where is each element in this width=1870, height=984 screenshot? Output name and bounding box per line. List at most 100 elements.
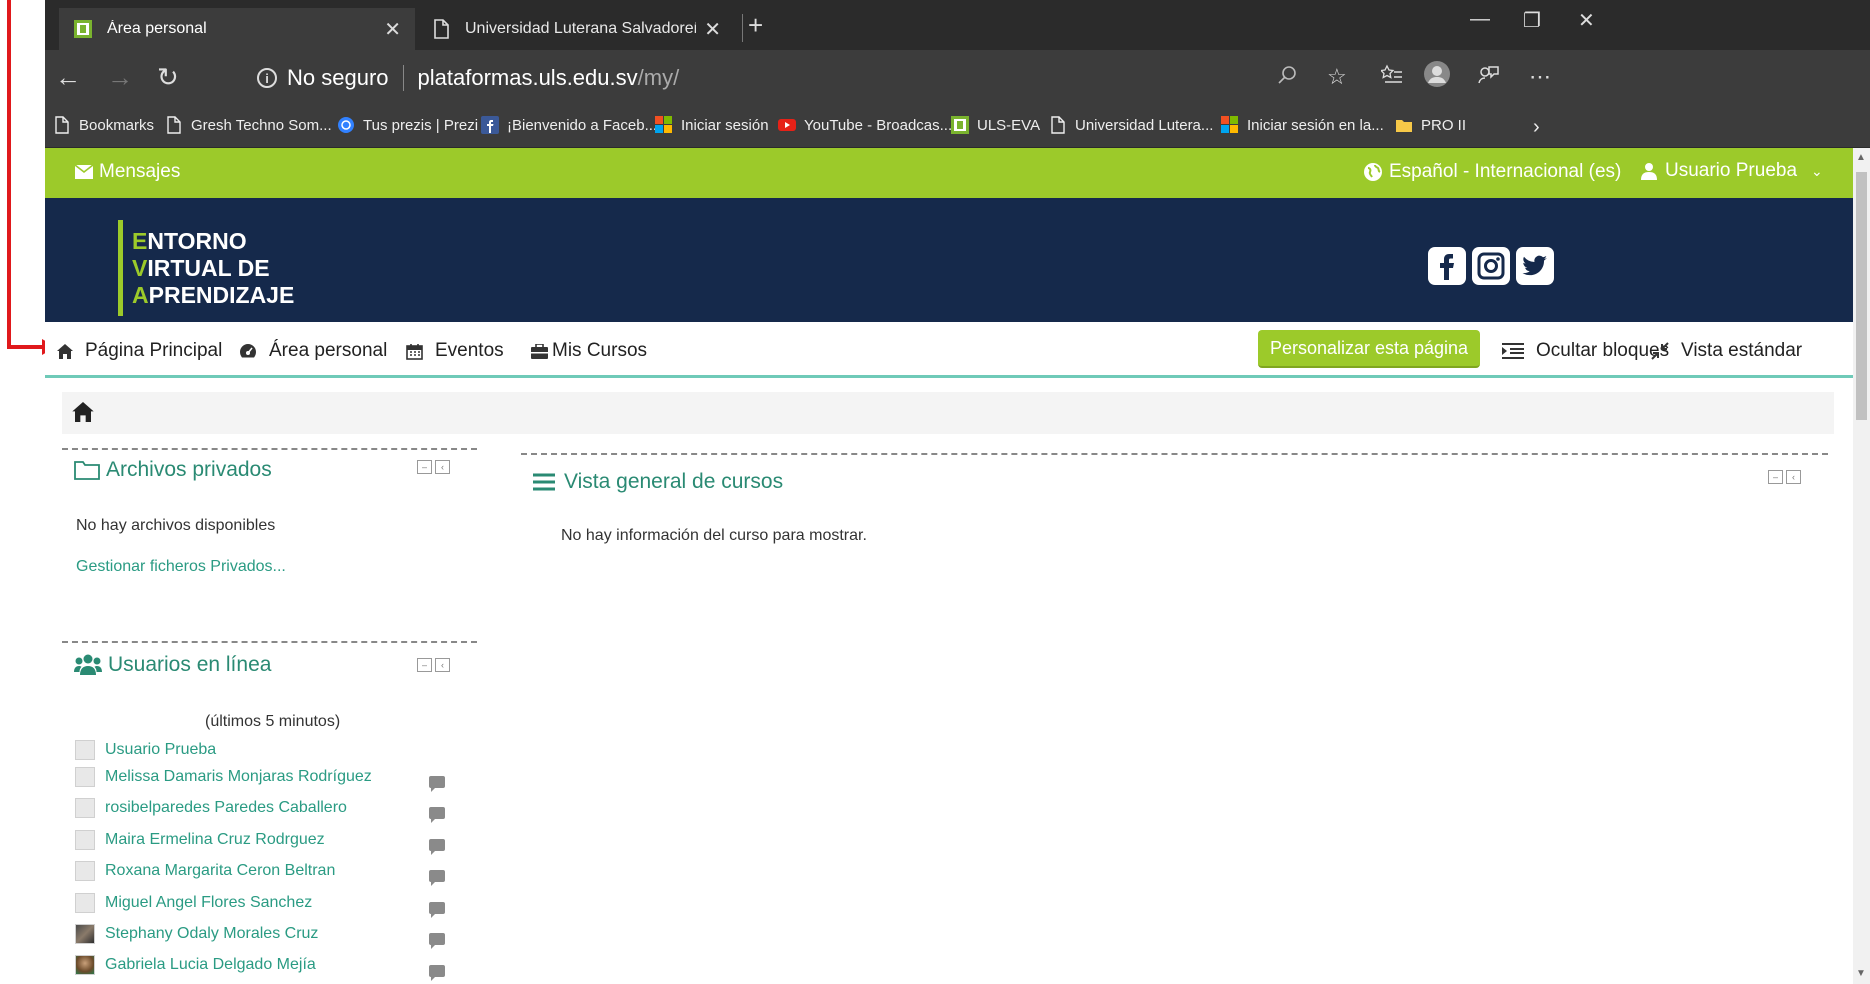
messages-link[interactable]: Mensajes — [75, 161, 180, 183]
hide-blocks-button[interactable]: Ocultar bloques — [1502, 340, 1669, 362]
manage-private-files-link[interactable]: Gestionar ficheros Privados... — [76, 558, 286, 576]
list-item[interactable]: Maira Ermelina Cruz Rodrguez — [75, 828, 425, 852]
refresh-icon[interactable]: ↻ — [157, 62, 179, 93]
back-icon[interactable]: ← — [55, 62, 81, 93]
chat-icon[interactable] — [429, 965, 445, 981]
user-menu[interactable]: Usuario Prueba ⌄ — [1641, 160, 1823, 182]
chat-icon[interactable] — [429, 902, 445, 918]
customize-page-button[interactable]: Personalizar esta página — [1258, 330, 1480, 368]
messages-label: Mensajes — [99, 161, 181, 182]
youtube-icon — [778, 119, 796, 131]
bookmark-item[interactable]: Iniciar sesión en la... — [1221, 116, 1384, 134]
list-item[interactable]: Stephany Odaly Morales Cruz — [75, 922, 425, 946]
standard-view-button[interactable]: Vista estándar — [1651, 340, 1802, 362]
instagram-icon[interactable] — [1472, 247, 1510, 285]
bookmark-item[interactable]: ¡Bienvenido a Faceb... — [481, 116, 657, 134]
forward-icon[interactable]: → — [107, 62, 133, 93]
chat-icon[interactable] — [429, 776, 445, 792]
site-logo[interactable]: ENTORNO VIRTUAL DE APRENDIZAJE — [132, 228, 294, 309]
hide-blocks-label: Ocultar bloques — [1536, 340, 1670, 361]
nav-item-mis-cursos[interactable]: Mis Cursos — [531, 340, 647, 362]
twitter-icon[interactable] — [1516, 247, 1554, 285]
bookmark-label: Iniciar sesión en la... — [1247, 116, 1384, 134]
hamburger-icon — [533, 473, 555, 491]
avatar — [75, 740, 95, 760]
chat-icon[interactable] — [429, 870, 445, 886]
security-status[interactable]: No seguro — [287, 65, 389, 91]
bookmark-item[interactable]: Iniciar sesión — [655, 116, 769, 134]
info-icon[interactable]: i — [257, 68, 277, 88]
search-icon[interactable] — [1277, 64, 1299, 92]
breadcrumb — [62, 392, 1834, 434]
envelope-icon — [75, 165, 93, 179]
tab-universidad-luterana[interactable]: Universidad Luterana Salvadoreñ ✕ — [417, 8, 735, 50]
tab-area-personal[interactable]: Área personal ✕ — [59, 8, 415, 50]
page-scrollbar[interactable]: ▲ ▼ — [1853, 148, 1870, 984]
bookmark-item[interactable]: Tus prezis | Prezi — [337, 116, 478, 134]
language-selector[interactable]: Español - Internacional (es) — [1363, 161, 1621, 183]
minimize-icon[interactable]: — — [1470, 8, 1490, 31]
close-window-icon[interactable]: ✕ — [1578, 8, 1595, 33]
restore-icon[interactable]: ❐ — [1523, 8, 1541, 33]
dashboard-icon — [240, 344, 256, 358]
list-item[interactable]: Melissa Damaris Monjaras Rodríguez — [75, 765, 425, 789]
browser-window: Área personal ✕ Universidad Luterana Sal… — [45, 0, 1870, 984]
new-tab-icon[interactable]: + — [748, 10, 763, 41]
collapse-block-icon[interactable]: – — [417, 658, 432, 672]
block-course-overview: Vista general de cursos – ‹ No hay inform… — [521, 453, 1828, 583]
bookmark-item[interactable]: Bookmarks — [53, 116, 154, 134]
collapse-block-icon[interactable]: – — [417, 460, 432, 474]
folder-icon — [74, 461, 100, 480]
list-item[interactable]: Miguel Angel Flores Sanchez — [75, 891, 425, 915]
dock-block-icon[interactable]: ‹ — [435, 460, 450, 474]
block-title: Vista general de cursos — [533, 470, 783, 494]
nav-label: Página Principal — [85, 340, 223, 361]
logo-line: VIRTUAL DE — [132, 255, 270, 281]
list-item[interactable]: Roxana Margarita Ceron Beltran — [75, 859, 425, 883]
bookmark-item[interactable]: YouTube - Broadcas... — [778, 116, 952, 134]
list-item[interactable]: Gabriela Lucia Delgado Mejía — [75, 953, 425, 977]
scrollbar-thumb[interactable] — [1856, 172, 1867, 420]
scroll-up-icon[interactable]: ▲ — [1856, 152, 1866, 163]
chat-icon[interactable] — [429, 807, 445, 823]
tab-separator — [742, 14, 743, 42]
profile-avatar-icon[interactable] — [1423, 60, 1451, 94]
facebook-icon[interactable] — [1428, 247, 1466, 285]
feedback-icon[interactable] — [1477, 64, 1499, 92]
list-item[interactable]: rosibelparedes Paredes Caballero — [75, 796, 425, 820]
bookmark-label: PRO II — [1421, 116, 1467, 134]
dock-block-icon[interactable]: ‹ — [435, 658, 450, 672]
nav-label: Mis Cursos — [552, 340, 648, 361]
bookmark-item[interactable]: PRO II — [1395, 116, 1466, 134]
collapse-block-icon[interactable]: – — [1768, 470, 1783, 484]
bookmark-item[interactable]: ULS-EVA — [951, 116, 1040, 134]
bookmarks-overflow-chevron-icon[interactable]: › — [1533, 116, 1540, 139]
dock-block-icon[interactable]: ‹ — [1786, 470, 1801, 484]
bookmark-label: Universidad Lutera... — [1075, 116, 1214, 134]
list-item[interactable]: Usuario Prueba — [75, 738, 425, 762]
bookmark-item[interactable]: Gresh Techno Som... — [165, 116, 332, 134]
uls-icon — [951, 116, 969, 134]
favorite-star-icon[interactable]: ☆ — [1327, 64, 1347, 90]
scroll-down-icon[interactable]: ▼ — [1856, 968, 1866, 979]
home-icon[interactable] — [72, 402, 94, 422]
bookmark-item[interactable]: Universidad Lutera... — [1049, 116, 1213, 134]
bookmark-label: Bookmarks — [79, 116, 155, 134]
logo-accent-bar — [118, 220, 123, 316]
bookmarks-bar: Bookmarks Gresh Techno Som... Tus prezis… — [45, 106, 1870, 148]
nav-item-pagina-principal[interactable]: Página Principal — [57, 340, 222, 362]
chat-icon[interactable] — [429, 933, 445, 949]
tab-label: Universidad Luterana Salvadoreñ — [465, 20, 697, 37]
tab-close-icon[interactable]: ✕ — [704, 17, 721, 42]
list-collapse-icon — [1502, 343, 1524, 359]
url-path: /my/ — [637, 65, 680, 90]
nav-item-eventos[interactable]: Eventos — [406, 340, 504, 362]
more-menu-icon[interactable]: ⋯ — [1529, 64, 1551, 90]
nav-item-area-personal[interactable]: Área personal — [239, 340, 387, 362]
chat-icon[interactable] — [429, 839, 445, 855]
block-online-users: Usuarios en línea – ‹ (últimos 5 minutos)… — [62, 641, 477, 984]
logo-line: APRENDIZAJE — [132, 282, 295, 308]
globe-icon — [1364, 163, 1382, 181]
favorites-list-icon[interactable] — [1379, 64, 1403, 92]
tab-close-icon[interactable]: ✕ — [384, 17, 401, 42]
